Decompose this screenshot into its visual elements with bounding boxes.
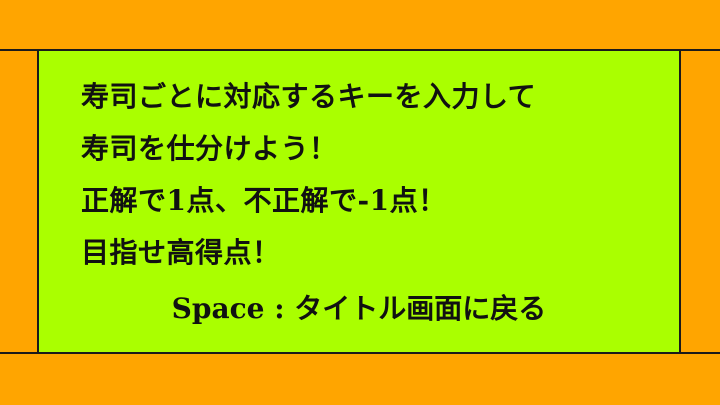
instruction-line-1: 寿司ごとに対応するキーを入力して: [81, 80, 537, 113]
instruction-line-3: 正解で1点、不正解で-1点！: [81, 184, 447, 217]
instruction-line-4: 目指せ高得点！: [81, 236, 281, 269]
instructions-text: 寿司ごとに対応するキーを入力して 寿司を仕分けよう！ 正解で1点、不正解で-1点…: [81, 71, 536, 279]
return-to-title-hint: Space : タイトル画面に戻る: [171, 292, 547, 325]
instruction-line-2: 寿司を仕分けよう！: [81, 132, 338, 165]
instructions-panel: 寿司ごとに対応するキーを入力して 寿司を仕分けよう！ 正解で1点、不正解で-1点…: [37, 49, 681, 354]
